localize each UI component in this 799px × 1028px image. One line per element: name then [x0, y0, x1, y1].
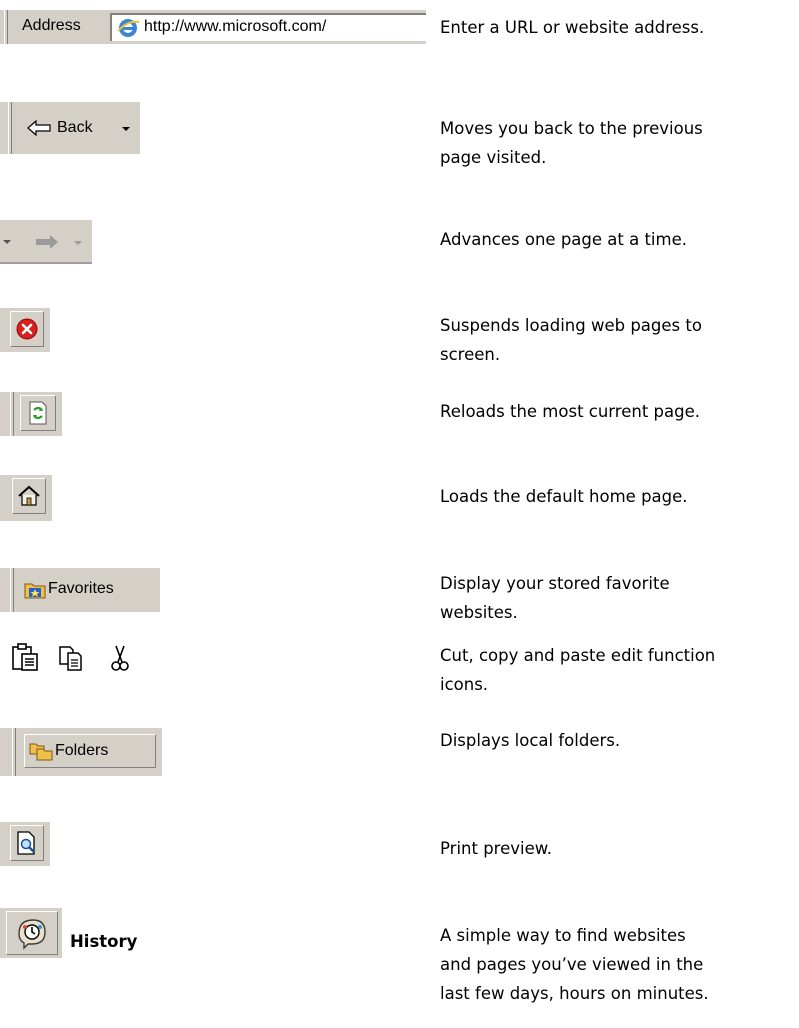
forward-button[interactable] — [0, 220, 92, 262]
stop-toolbar — [0, 308, 50, 352]
description: Print preview. — [440, 839, 552, 858]
history-label: History — [70, 932, 138, 951]
paste-icon[interactable] — [10, 642, 40, 672]
folders-toolbar: Folders — [0, 726, 162, 776]
stop-icon — [16, 318, 38, 340]
back-label: Back — [57, 119, 93, 136]
address-bar: Address http://www.microsoft.com/ — [0, 10, 426, 44]
description: Cut, copy and paste edit function icons. — [440, 646, 716, 694]
folders-button[interactable]: Folders — [24, 734, 156, 768]
home-icon — [18, 485, 40, 506]
folders-label: Folders — [55, 742, 109, 759]
description: Enter a URL or website address. — [440, 18, 705, 37]
print-preview-button[interactable] — [10, 825, 44, 861]
chevron-down-icon — [74, 241, 82, 245]
description: Display your stored favorite websites. — [440, 574, 670, 622]
address-url: http://www.microsoft.com/ — [144, 18, 327, 35]
description: Suspends loading web pages to screen. — [440, 316, 702, 364]
refresh-icon — [29, 401, 47, 425]
description: Displays local folders. — [440, 731, 621, 750]
toolbar-grip[interactable] — [12, 728, 16, 776]
toolbar-grip[interactable] — [8, 102, 12, 154]
print-preview-icon — [17, 831, 35, 855]
back-button[interactable]: Back — [20, 112, 134, 144]
stop-button[interactable] — [10, 311, 44, 347]
address-input[interactable]: http://www.microsoft.com/ — [110, 13, 426, 41]
chevron-down-icon — [3, 240, 11, 244]
cut-icon[interactable] — [109, 644, 131, 672]
forward-arrow-icon — [36, 235, 58, 249]
back-arrow-icon — [27, 119, 51, 137]
edit-icons — [10, 638, 140, 678]
toolbar-grip[interactable] — [4, 10, 8, 44]
ie-logo-icon — [117, 19, 140, 37]
favorites-folder-icon — [24, 583, 46, 599]
home-toolbar — [0, 475, 52, 521]
description: Advances one page at a time. — [440, 230, 687, 249]
forward-toolbar — [0, 220, 92, 264]
description: Loads the default home page. — [440, 487, 688, 506]
address-label: Address — [22, 17, 81, 34]
favorites-label: Favorites — [48, 580, 114, 597]
favorites-button[interactable]: Favorites — [22, 574, 156, 606]
home-button[interactable] — [12, 478, 46, 514]
favorites-toolbar: Favorites — [0, 568, 160, 612]
folders-icon — [29, 743, 53, 761]
chevron-down-icon[interactable] — [122, 127, 130, 131]
back-toolbar: Back — [0, 102, 140, 154]
history-toolbar — [0, 908, 62, 958]
description: A simple way to find websites and pages … — [440, 926, 709, 1003]
copy-icon[interactable] — [57, 644, 85, 672]
description: Reloads the most current page. — [440, 402, 701, 421]
description: Moves you back to the previous page visi… — [440, 119, 703, 167]
toolbar-grip[interactable] — [10, 568, 14, 612]
toolbar-grip[interactable] — [10, 392, 14, 436]
history-button[interactable] — [6, 911, 58, 955]
refresh-toolbar — [0, 392, 62, 436]
refresh-button[interactable] — [20, 395, 56, 431]
print-preview-toolbar — [0, 822, 50, 866]
history-icon — [18, 919, 46, 950]
